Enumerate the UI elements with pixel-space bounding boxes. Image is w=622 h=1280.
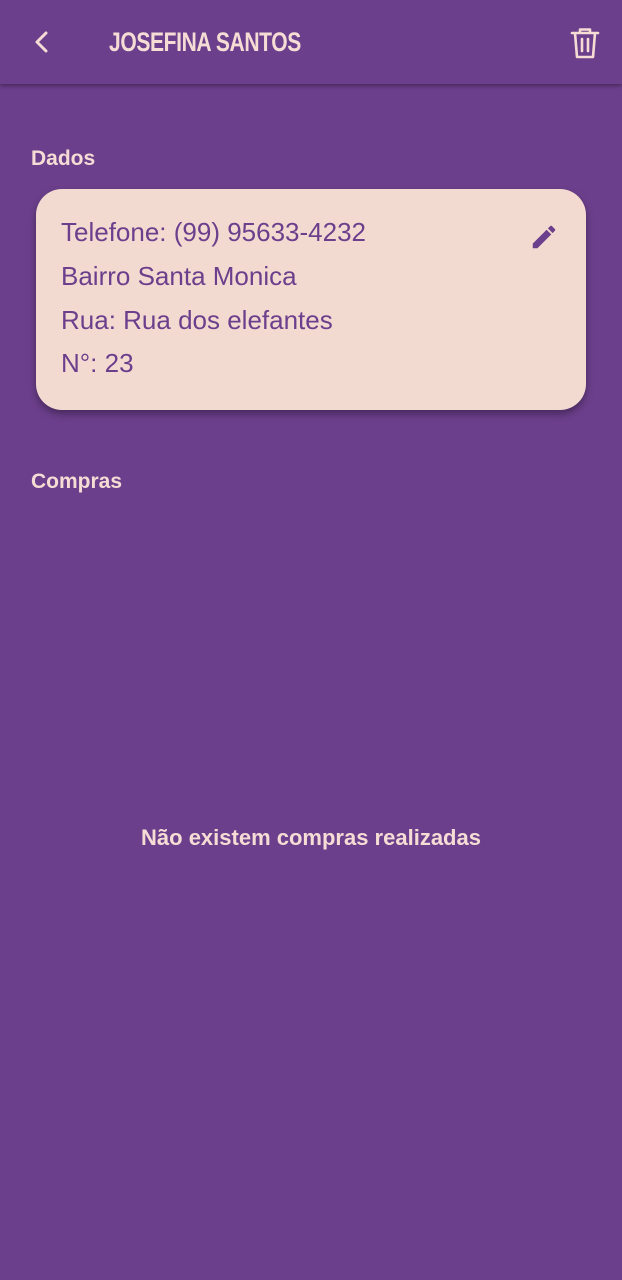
contact-card: Telefone: (99) 95633-4232 Bairro Santa M… [36, 189, 586, 410]
street-text: Rua: Rua dos elefantes [61, 305, 333, 335]
back-button[interactable] [22, 22, 62, 62]
section-label-dados: Dados [31, 147, 96, 170]
empty-purchases-message: Não existem compras realizadas [141, 825, 481, 850]
app-bar: JOSEFINA SANTOS [0, 0, 622, 84]
phone-text: Telefone: (99) 95633-4232 [61, 217, 367, 247]
neighborhood-text: Bairro Santa Monica [61, 261, 297, 291]
chevron-left-icon [35, 31, 48, 53]
number-text: N°: 23 [61, 348, 134, 378]
trash-icon [570, 28, 600, 59]
section-label-compras: Compras [31, 470, 123, 493]
delete-button[interactable] [564, 22, 606, 64]
edit-button[interactable] [524, 217, 564, 257]
pencil-icon [532, 225, 556, 249]
page-title: JOSEFINA SANTOS [109, 27, 301, 57]
